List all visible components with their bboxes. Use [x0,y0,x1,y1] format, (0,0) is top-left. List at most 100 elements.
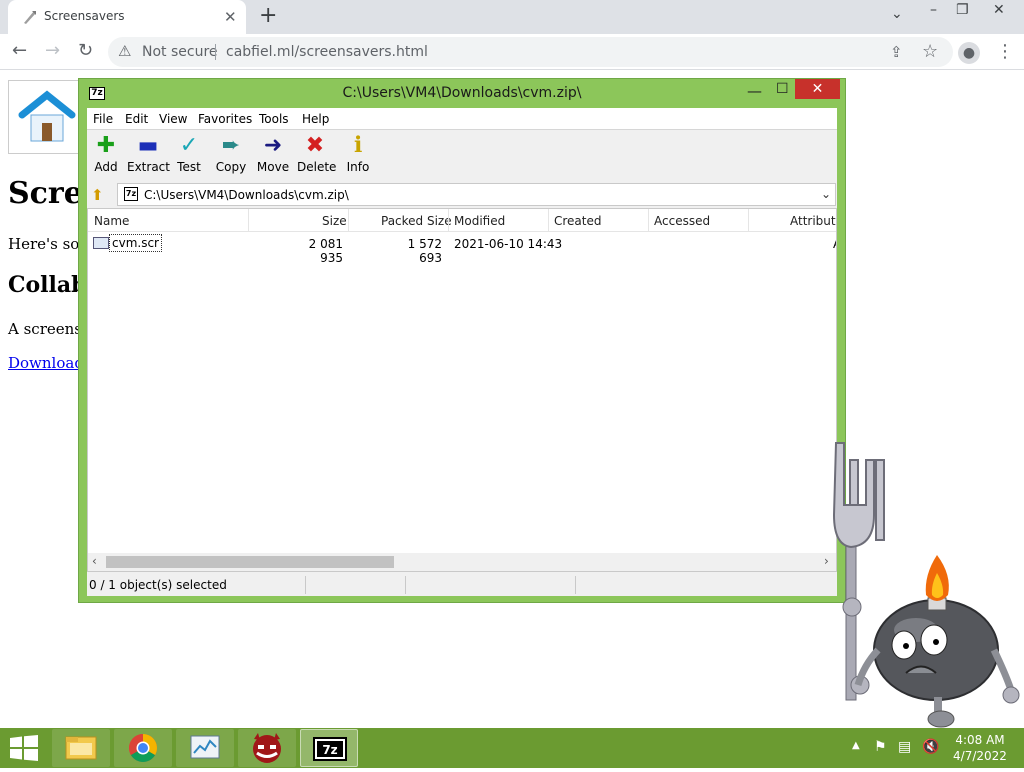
copy-button[interactable]: ➨ Copy [215,133,247,175]
column-created[interactable]: Created [554,214,602,228]
menu-favorites[interactable]: Favorites [198,112,252,126]
back-icon[interactable]: ← [12,40,27,61]
url-text[interactable]: cabfiel.ml/screensavers.html [226,44,428,60]
plus-icon: ✚ [96,133,116,158]
7zip-toolbar: ✚ Add ▬ Extract ✓ Test ➨ Copy ➜ Move ✖ D… [87,130,837,182]
browser-tab[interactable]: Screensavers ✕ [8,0,246,34]
horizontal-scrollbar[interactable]: ‹ › [88,553,836,571]
windows-start-icon[interactable] [8,735,40,761]
action-center-flag-icon[interactable]: ⚑ [874,739,887,755]
delete-button[interactable]: ✖ Delete [297,134,337,175]
delete-label: Delete [297,160,337,174]
row-attribute: A [833,237,836,251]
share-icon[interactable]: ⇪ [890,43,903,61]
7zip-taskbar-icon: 7z [313,737,347,761]
column-accessed[interactable]: Accessed [654,214,710,228]
taskbar-7zip[interactable]: 7z [300,729,358,767]
reload-icon[interactable]: ↻ [78,40,93,61]
security-label[interactable]: Not secure [142,44,218,60]
column-divider[interactable] [648,209,649,232]
file-explorer-icon [65,736,97,760]
column-divider[interactable] [748,209,749,232]
column-attribute[interactable]: Attribute [790,214,836,228]
move-button[interactable]: ➜ Move [256,133,290,175]
column-divider[interactable] [348,209,349,232]
menu-file[interactable]: File [93,112,113,126]
column-divider[interactable] [548,209,549,232]
tab-search-icon[interactable]: ⌄ [891,6,903,22]
profile-avatar-icon[interactable]: ● [958,42,980,64]
home-icon [18,90,76,142]
7zip-address-field[interactable]: 7z C:\Users\VM4\Downloads\cvm.zip\ ⌄ [117,183,836,206]
list-header: Name Size Packed Size Modified Created A… [88,209,836,232]
row-name[interactable]: cvm.scr [109,234,162,252]
7zip-menubar: File Edit View Favorites Tools Help [87,108,837,130]
extract-button[interactable]: ▬ Extract [127,134,170,175]
info-button[interactable]: ℹ Info [345,134,371,175]
extract-label: Extract [127,160,170,174]
network-icon[interactable]: ▤ [898,739,911,755]
bomb-mascot-image[interactable] [826,435,1024,730]
status-divider [405,576,406,594]
copy-arrow-icon: ➨ [221,133,241,158]
taskbar-task-manager[interactable] [176,729,234,767]
taskbar-file-explorer[interactable] [52,729,110,767]
menu-help[interactable]: Help [302,112,329,126]
browser-close-icon[interactable]: ✕ [993,2,1005,18]
column-modified[interactable]: Modified [454,214,505,228]
browser-restore-icon[interactable]: ❐ [956,2,969,18]
7zip-file-list[interactable]: Name Size Packed Size Modified Created A… [87,208,837,572]
7zip-titlebar[interactable]: 7z C:\Users\VM4\Downloads\cvm.zip\ — ☐ ✕ [79,79,845,107]
browser-tab-strip: Screensavers ✕ + ⌄ – ❐ ✕ [0,0,1024,34]
warning-icon[interactable]: ⚠ [118,42,131,60]
7zip-close-button[interactable]: ✕ [795,79,840,99]
7zip-maximize-icon[interactable]: ☐ [776,81,789,97]
clock-date[interactable]: 4/7/2022 [952,749,1008,763]
7zip-minimize-icon[interactable]: — [747,82,762,100]
devil-face-icon [253,733,281,763]
info-label: Info [346,160,370,174]
test-button[interactable]: ✓ Test [175,133,203,175]
menu-tools[interactable]: Tools [259,112,289,126]
menu-edit[interactable]: Edit [125,112,148,126]
browser-menu-icon[interactable]: ⋮ [996,41,1014,62]
7zip-statusbar: 0 / 1 object(s) selected [87,574,837,596]
tab-close-icon[interactable]: ✕ [224,8,237,26]
column-name[interactable]: Name [94,214,129,228]
menu-view[interactable]: View [159,112,187,126]
column-size[interactable]: Size [322,214,347,228]
forward-icon[interactable]: → [45,40,60,61]
omnibox-separator [215,44,216,60]
7zip-window-title: C:\Users\VM4\Downloads\cvm.zip\ [342,85,582,101]
move-arrow-icon: ➜ [263,133,283,158]
clock-time[interactable]: 4:08 AM [952,733,1008,747]
screensaver-file-icon [93,237,109,249]
table-row[interactable]: cvm.scr 2 081 935 1 572 693 2021-06-10 1… [88,233,836,265]
volume-muted-icon[interactable]: 🔇 [922,739,939,755]
scrollbar-thumb[interactable] [106,556,394,568]
address-bar[interactable]: ⚠ Not secure cabfiel.ml/screensavers.htm… [108,37,953,67]
tray-overflow-icon[interactable]: ▲ [852,740,860,751]
scroll-left-icon[interactable]: ‹ [92,554,97,568]
new-tab-button[interactable]: + [259,3,277,28]
status-selection-text: 0 / 1 object(s) selected [89,578,227,592]
column-packed-size[interactable]: Packed Size [381,214,452,228]
column-divider[interactable] [248,209,249,232]
tab-title: Screensavers [44,9,125,23]
taskbar-bomb-app[interactable] [238,729,296,767]
download-link[interactable]: Download [8,354,84,372]
home-logo-image [8,80,86,154]
bookmark-star-icon[interactable]: ☆ [922,41,938,62]
browser-minimize-icon[interactable]: – [930,2,937,18]
move-label: Move [256,160,290,174]
column-divider[interactable] [448,209,449,232]
folder-up-icon[interactable]: ⬆ [91,186,104,204]
row-packed-size: 1 572 693 [407,237,442,265]
7zip-address-row: ⬆ 7z C:\Users\VM4\Downloads\cvm.zip\ ⌄ [87,183,837,207]
taskbar-chrome[interactable] [114,729,172,767]
address-dropdown-icon[interactable]: ⌄ [821,187,831,201]
address-path[interactable]: C:\Users\VM4\Downloads\cvm.zip\ [144,188,349,202]
copy-label: Copy [215,160,247,174]
check-icon: ✓ [179,133,199,158]
add-button[interactable]: ✚ Add [93,133,119,175]
